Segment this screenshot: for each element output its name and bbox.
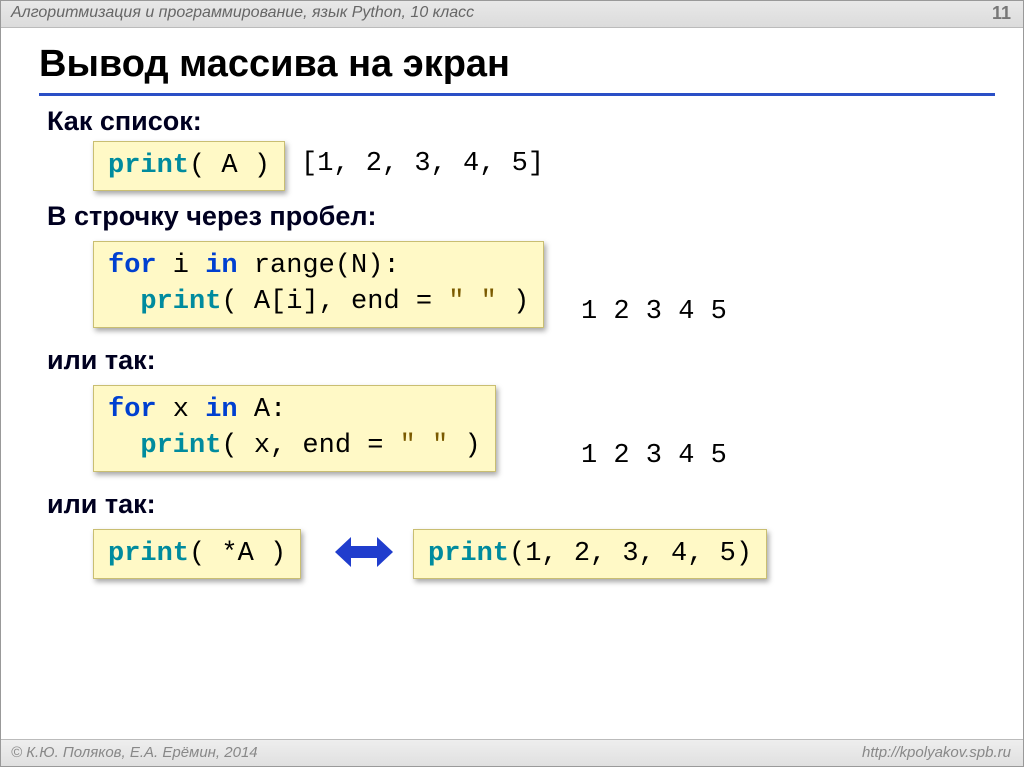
slide: Алгоритмизация и программирование, язык … — [0, 0, 1024, 767]
code-token: print — [140, 431, 221, 461]
code-token: A: — [238, 395, 287, 425]
code-token: print — [108, 151, 189, 181]
page-number: 11 — [992, 3, 1011, 24]
output-line-2: 1 2 3 4 5 — [581, 441, 727, 471]
code-token: " " — [448, 287, 497, 317]
code-token: ( A ) — [189, 151, 270, 181]
code-token: range(N): — [238, 251, 400, 281]
double-arrow-icon — [335, 537, 393, 567]
footer-authors: © К.Ю. Поляков, Е.А. Ерёмин, 2014 — [11, 744, 258, 761]
code-token: ) — [497, 287, 529, 317]
code-print-a: print( A ) — [93, 141, 285, 191]
output-line-1: 1 2 3 4 5 — [581, 297, 727, 327]
code-token: ( *A ) — [189, 539, 286, 569]
footer-bar: © К.Ю. Поляков, Е.А. Ерёмин, 2014 http:/… — [1, 739, 1023, 766]
code-token: ) — [448, 431, 480, 461]
section-label-line: В строчку через пробел: — [47, 201, 377, 232]
header-title: Алгоритмизация и программирование, язык … — [11, 4, 474, 22]
code-token: print — [140, 287, 221, 317]
code-token: (1, 2, 3, 4, 5) — [509, 539, 752, 569]
code-for-range: for i in range(N): print( A[i], end = " … — [93, 241, 544, 328]
code-token — [108, 431, 140, 461]
header-bar: Алгоритмизация и программирование, язык … — [1, 1, 1023, 28]
code-token: for — [108, 251, 157, 281]
slide-title: Вывод массива на экран — [39, 43, 510, 86]
output-list: [1, 2, 3, 4, 5] — [301, 149, 544, 179]
title-underline — [39, 93, 995, 96]
section-label-list: Как список: — [47, 106, 202, 137]
code-print-unpack: print( *A ) — [93, 529, 301, 579]
code-token: " " — [400, 431, 449, 461]
code-token: i — [157, 251, 206, 281]
code-token: x — [157, 395, 206, 425]
section-label-or1: или так: — [47, 345, 156, 376]
code-token: ( x, end = — [221, 431, 399, 461]
footer-url: http://kpolyakov.spb.ru — [862, 744, 1011, 761]
code-token — [108, 287, 140, 317]
code-for-in-a: for x in A: print( x, end = " " ) — [93, 385, 496, 472]
code-token: for — [108, 395, 157, 425]
section-label-or2: или так: — [47, 489, 156, 520]
code-token: in — [205, 251, 237, 281]
code-token: print — [428, 539, 509, 569]
code-token: in — [205, 395, 237, 425]
code-print-expanded: print(1, 2, 3, 4, 5) — [413, 529, 767, 579]
code-token: print — [108, 539, 189, 569]
code-token: ( A[i], end = — [221, 287, 448, 317]
